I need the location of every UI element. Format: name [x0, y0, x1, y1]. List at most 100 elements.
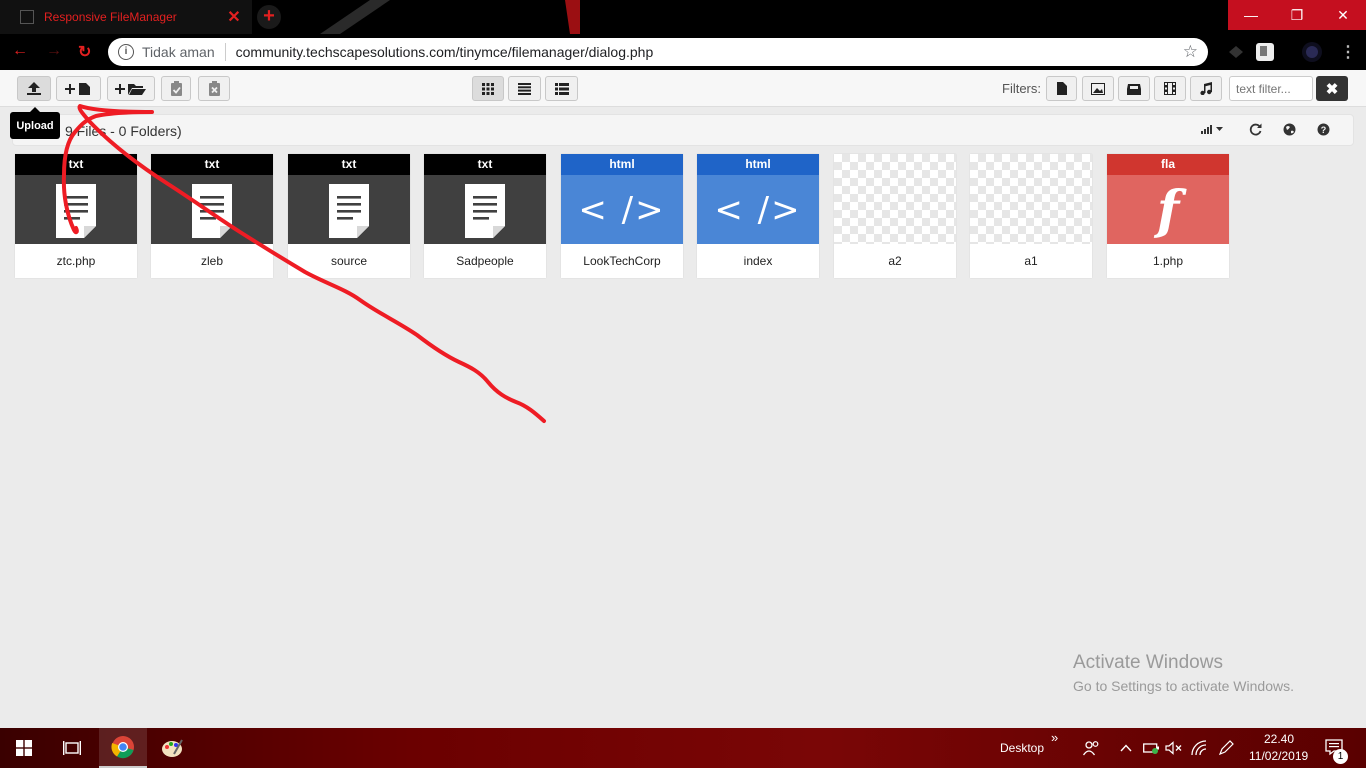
- windows-logo-icon: [16, 740, 32, 756]
- file-name: index: [743, 254, 773, 268]
- document-icon: [329, 184, 369, 238]
- filter-videos-button[interactable]: [1154, 76, 1186, 101]
- paint-palette-icon: [162, 739, 183, 757]
- file-ext-label: html: [561, 154, 683, 175]
- clock-date[interactable]: 11/02/2019: [1249, 749, 1308, 763]
- film-icon: [1164, 82, 1176, 95]
- file-item-looktechcorp[interactable]: html < /> LookTechCorp: [561, 154, 683, 278]
- filters-label: Filters:: [1002, 81, 1041, 96]
- new-tab-button[interactable]: +: [257, 5, 281, 29]
- clock-time[interactable]: 22.40: [1264, 732, 1294, 746]
- view-list-button[interactable]: [508, 76, 541, 101]
- file-item-1-php[interactable]: fla f 1.php: [1107, 154, 1229, 278]
- tab-title: Responsive FileManager: [44, 10, 177, 24]
- document-icon: [465, 184, 505, 238]
- file-item-a1[interactable]: a1: [970, 154, 1092, 278]
- flash-icon: f: [1156, 180, 1180, 241]
- browser-tab-strip: Responsive FileManager ✕ + — ❐ ✕: [0, 0, 1366, 34]
- refresh-icon[interactable]: [1249, 123, 1262, 139]
- avatar-icon[interactable]: [1302, 42, 1322, 62]
- close-window-button[interactable]: ✕: [1320, 0, 1366, 30]
- file-thumbnail: txt: [15, 154, 137, 244]
- bookmark-star-icon[interactable]: ☆: [1183, 42, 1198, 62]
- network-button[interactable]: [1188, 728, 1212, 768]
- filter-music-button[interactable]: [1190, 76, 1222, 101]
- clipboard-check-icon: [170, 81, 182, 96]
- sort-menu-icon[interactable]: [1201, 123, 1225, 138]
- chevron-up-icon: [1120, 744, 1132, 752]
- wifi-icon: [1191, 740, 1207, 756]
- clear-clipboard-button[interactable]: [198, 76, 230, 101]
- file-thumbnail: txt: [288, 154, 410, 244]
- view-boxes-button[interactable]: [472, 76, 504, 101]
- file-item-sadpeople[interactable]: txt Sadpeople: [424, 154, 546, 278]
- file-item-source[interactable]: txt source: [288, 154, 410, 278]
- archive-icon: [1127, 83, 1141, 95]
- back-arrow-icon[interactable]: ←: [12, 42, 28, 60]
- file-name: a2: [888, 254, 902, 268]
- clipboard-x-icon: [208, 81, 220, 96]
- volume-button[interactable]: [1163, 728, 1185, 768]
- help-icon[interactable]: ?: [1317, 123, 1330, 139]
- clear-filter-button[interactable]: ✖: [1316, 76, 1348, 101]
- file-name: a1: [1024, 254, 1038, 268]
- file-name: source: [330, 254, 368, 268]
- minimize-button[interactable]: —: [1228, 0, 1274, 30]
- file-item-index[interactable]: html < /> index: [697, 154, 819, 278]
- filter-images-button[interactable]: [1082, 76, 1114, 101]
- file-ext-label: fla: [1107, 154, 1229, 175]
- reload-icon[interactable]: ↻: [78, 42, 91, 62]
- language-globe-icon[interactable]: [1283, 123, 1296, 139]
- window-controls: — ❐ ✕: [1228, 0, 1366, 30]
- text-filter-input[interactable]: [1229, 76, 1313, 101]
- chrome-taskbar-app[interactable]: [99, 728, 147, 768]
- new-file-button[interactable]: [56, 76, 101, 101]
- file-thumbnail: txt: [424, 154, 546, 244]
- task-view-button[interactable]: [48, 728, 96, 768]
- battery-button[interactable]: [1140, 728, 1164, 768]
- filter-archives-button[interactable]: [1118, 76, 1150, 101]
- omnibox-divider: [224, 43, 226, 61]
- upload-button[interactable]: [17, 76, 51, 101]
- file-ext-label: txt: [15, 154, 137, 175]
- wallpaper-streak: [320, 0, 580, 34]
- file-ext-label: html: [697, 154, 819, 175]
- active-tab[interactable]: Responsive FileManager ✕: [0, 0, 252, 34]
- pen-icon: [1218, 740, 1234, 756]
- file-name: Sadpeople: [456, 254, 514, 268]
- list-view-icon: [518, 82, 531, 95]
- security-status[interactable]: Tidak aman: [142, 44, 215, 60]
- url-text[interactable]: community.techscapesolutions.com/tinymce…: [236, 44, 1183, 60]
- extension-icon[interactable]: [1226, 42, 1246, 62]
- omnibox[interactable]: i Tidak aman community.techscapesolution…: [108, 38, 1208, 66]
- start-button[interactable]: [0, 728, 48, 768]
- file-item-a2[interactable]: a2: [834, 154, 956, 278]
- show-hidden-icons-button[interactable]: [1117, 728, 1135, 768]
- chrome-menu-icon[interactable]: ⋮: [1340, 42, 1356, 62]
- filter-files-button[interactable]: [1046, 76, 1077, 101]
- file-name: LookTechCorp: [583, 254, 661, 268]
- file-ext-label: txt: [288, 154, 410, 175]
- info-icon[interactable]: i: [118, 44, 134, 60]
- file-item-ztc-php[interactable]: txt ztc.php: [15, 154, 137, 278]
- new-folder-button[interactable]: [107, 76, 155, 101]
- filemanager-toolbar: Filters: ✖: [0, 70, 1366, 107]
- file-name: ztc.php: [56, 254, 96, 268]
- toolbar-overflow-chevron[interactable]: »: [1051, 730, 1058, 745]
- tab-close-icon[interactable]: ✕: [226, 7, 242, 27]
- paint-taskbar-app[interactable]: [148, 728, 196, 768]
- file-item-zleb[interactable]: txt zleb: [151, 154, 273, 278]
- windows-taskbar: Desktop » 22.40 11/02/2019 1: [0, 728, 1366, 768]
- paste-button[interactable]: [161, 76, 191, 101]
- people-button[interactable]: [1080, 728, 1104, 768]
- restore-button[interactable]: ❐: [1274, 0, 1320, 30]
- forward-arrow-icon[interactable]: →: [46, 42, 62, 60]
- profile-extension-icon[interactable]: [1255, 42, 1275, 62]
- file-ext-label: txt: [424, 154, 546, 175]
- image-thumbnail: [834, 154, 956, 244]
- view-columns-button[interactable]: [545, 76, 578, 101]
- desktop-toolbar-label[interactable]: Desktop: [1000, 741, 1044, 755]
- add-folder-icon: [115, 83, 146, 95]
- pen-ink-button[interactable]: [1214, 728, 1238, 768]
- task-view-icon: [63, 741, 81, 755]
